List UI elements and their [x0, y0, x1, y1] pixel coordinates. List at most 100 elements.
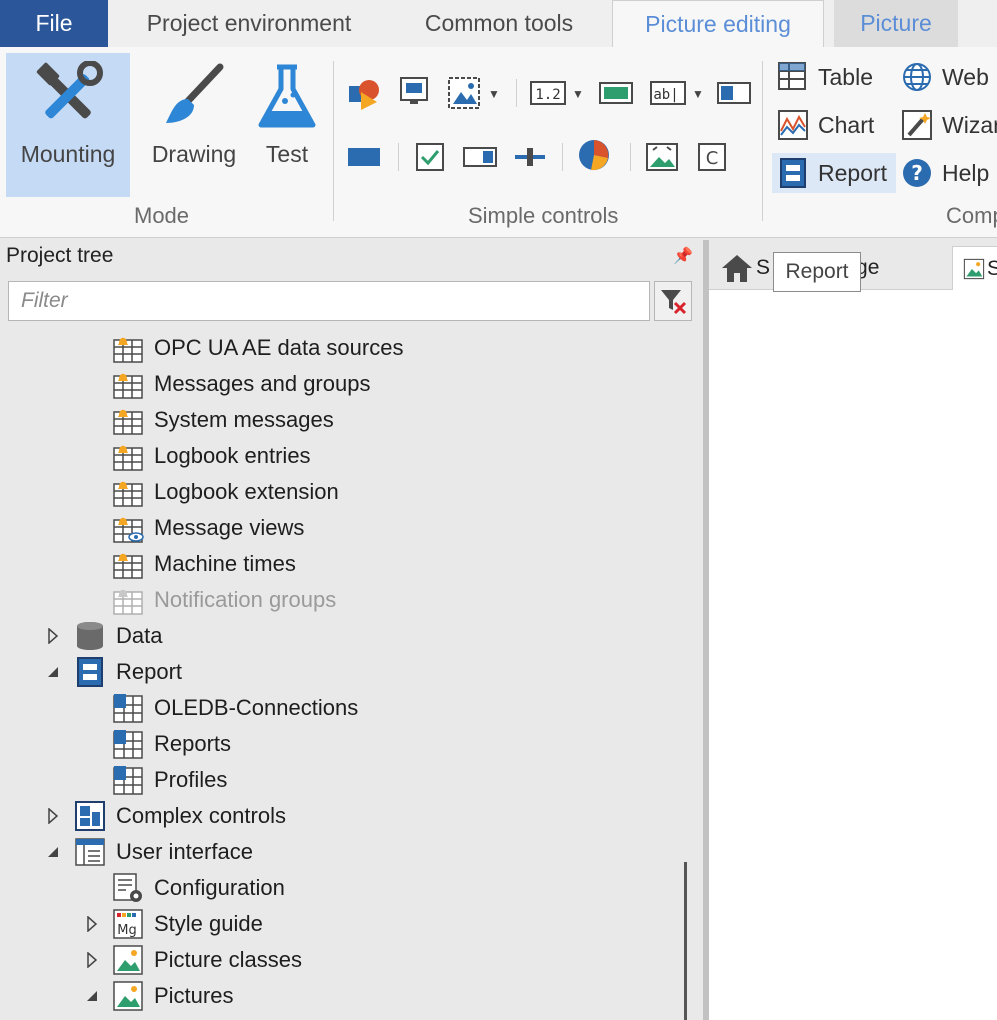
tree-item-complex-controls[interactable]: Complex controls [74, 799, 286, 833]
complex-group-label: Comp [946, 203, 997, 228]
tab-project-environment[interactable]: Project environment [118, 0, 380, 47]
text-input-dropdown-arrow[interactable]: ▼ [692, 87, 704, 101]
report-button[interactable]: Report [772, 153, 896, 193]
tree-item-logbook-entries[interactable]: Logbook entries [112, 439, 311, 473]
config-icon [112, 872, 144, 904]
tree-item-logbook-extension[interactable]: Logbook extension [112, 475, 339, 509]
numeric-display-icon[interactable]: 1.2 [528, 75, 568, 111]
tab-picture-editing[interactable]: Picture editing [612, 0, 824, 47]
style-guide-icon: Mg [112, 908, 144, 940]
globe-icon [900, 60, 934, 94]
tree-item-pictures[interactable]: Pictures [112, 979, 233, 1013]
web-label: Web [942, 63, 989, 90]
tab-common-tools[interactable]: Common tools [392, 0, 606, 47]
combobox-icon[interactable] [462, 139, 498, 175]
window-icon [74, 836, 106, 868]
ribbon-separator [762, 61, 763, 221]
alarm-grid-icon [112, 548, 144, 580]
button-control-icon[interactable] [346, 139, 382, 175]
svg-text:1.2: 1.2 [535, 87, 560, 103]
filter-input[interactable]: Filter [8, 281, 650, 321]
tree-item-notification-groups[interactable]: Notification groups [112, 583, 336, 617]
tree-item-machine-times[interactable]: Machine times [112, 547, 296, 581]
tree-item-data[interactable]: Data [74, 619, 162, 653]
tree-label: Complex controls [116, 803, 286, 828]
mounting-button[interactable]: Mounting [6, 53, 130, 197]
image-dropdown-arrow[interactable]: ▼ [488, 87, 500, 101]
test-button[interactable]: Test [226, 53, 348, 197]
flask-icon [247, 57, 327, 137]
expand-arrow-icon[interactable] [84, 951, 100, 969]
collapse-arrow-icon[interactable] [45, 843, 61, 861]
pane-title: Project tree [6, 244, 114, 267]
collapse-arrow-icon[interactable] [45, 663, 61, 681]
tree-item-messages-groups[interactable]: Messages and groups [112, 367, 370, 401]
picture-icon [963, 258, 985, 279]
tab-picture[interactable]: Picture [834, 0, 958, 47]
tree-label: User interface [116, 839, 253, 864]
wand-icon [900, 108, 934, 142]
help-button[interactable]: ? Help [896, 153, 989, 193]
tree-item-report[interactable]: Report [74, 655, 182, 689]
tab-file[interactable]: File [0, 0, 108, 47]
slider-icon[interactable] [512, 139, 548, 175]
tree-item-configuration[interactable]: Configuration [112, 871, 285, 905]
tree-label: Machine times [154, 551, 296, 576]
tree-item-system-messages[interactable]: System messages [112, 403, 334, 437]
tree-item-style-guide[interactable]: Mg Style guide [112, 907, 263, 941]
tree-label: Notification groups [154, 587, 337, 612]
drawing-label: Drawing [151, 141, 237, 167]
copyright-control-icon[interactable]: C [694, 139, 730, 175]
text-input-icon[interactable]: ab| [648, 75, 688, 111]
home-icon [722, 255, 752, 282]
document-area[interactable] [709, 240, 997, 1020]
picture-icon [112, 980, 144, 1012]
tab-picture-document-prefix: S [987, 257, 997, 281]
tree-item-message-views[interactable]: Message views [112, 511, 304, 545]
clear-filter-button[interactable] [654, 281, 692, 321]
expand-arrow-icon[interactable] [84, 915, 100, 933]
tree-label: Messages and groups [154, 371, 371, 396]
alarm-grid-icon [112, 368, 144, 400]
wizard-button[interactable]: Wizar [896, 105, 997, 145]
image-icon[interactable] [446, 75, 482, 111]
media-play-icon[interactable] [346, 75, 382, 111]
table-icon [776, 60, 810, 94]
alarm-grid-disabled-icon [112, 584, 144, 616]
tree-item-picture-classes[interactable]: Picture classes [112, 943, 302, 977]
tree-item-profiles[interactable]: Profiles [112, 763, 227, 797]
collapse-arrow-icon[interactable] [84, 987, 100, 1005]
gauge-icon[interactable] [576, 137, 612, 173]
tree-item-reports[interactable]: Reports [112, 727, 231, 761]
tree-item-oledb-connections[interactable]: OLEDB-Connections [112, 691, 358, 725]
pin-icon[interactable]: 📌 [673, 246, 693, 266]
screen-button-icon[interactable] [396, 73, 432, 109]
report-grid-icon [112, 764, 144, 796]
expand-arrow-icon[interactable] [45, 627, 61, 645]
ribbon: Mounting Drawing Test Mode ▼ 1.2 ▼ ab| ▼… [0, 47, 997, 238]
tree-item-opc-ua-ae[interactable]: OPC UA AE data sources [112, 331, 403, 365]
bar-display-icon[interactable] [598, 75, 634, 111]
image-switch-icon[interactable] [644, 139, 680, 175]
wizard-label: Wizar [942, 111, 997, 138]
web-button[interactable]: Web [896, 57, 989, 97]
test-label: Test [265, 141, 309, 167]
svg-text:Mg: Mg [117, 923, 136, 938]
tree-item-user-interface[interactable]: User interface [74, 835, 253, 869]
checkbox-icon[interactable] [412, 139, 448, 175]
numeric-dropdown-arrow[interactable]: ▼ [572, 87, 584, 101]
report-label: Report [818, 159, 888, 186]
expand-arrow-icon[interactable] [45, 807, 61, 825]
database-icon [74, 620, 106, 652]
tree-label: Configuration [154, 875, 285, 900]
tree-label: Report [116, 659, 183, 684]
toggle-icon[interactable] [716, 75, 752, 111]
help-icon: ? [900, 156, 934, 190]
tree-scrollbar[interactable] [684, 862, 687, 1020]
table-button[interactable]: Table [772, 57, 873, 97]
help-label: Help [942, 159, 990, 186]
chart-button[interactable]: Chart [772, 105, 874, 145]
ribbon-tab-bar: File Project environment Common tools Pi… [0, 0, 997, 47]
alarm-grid-icon [112, 404, 144, 436]
tab-picture-document[interactable]: S [952, 246, 997, 290]
